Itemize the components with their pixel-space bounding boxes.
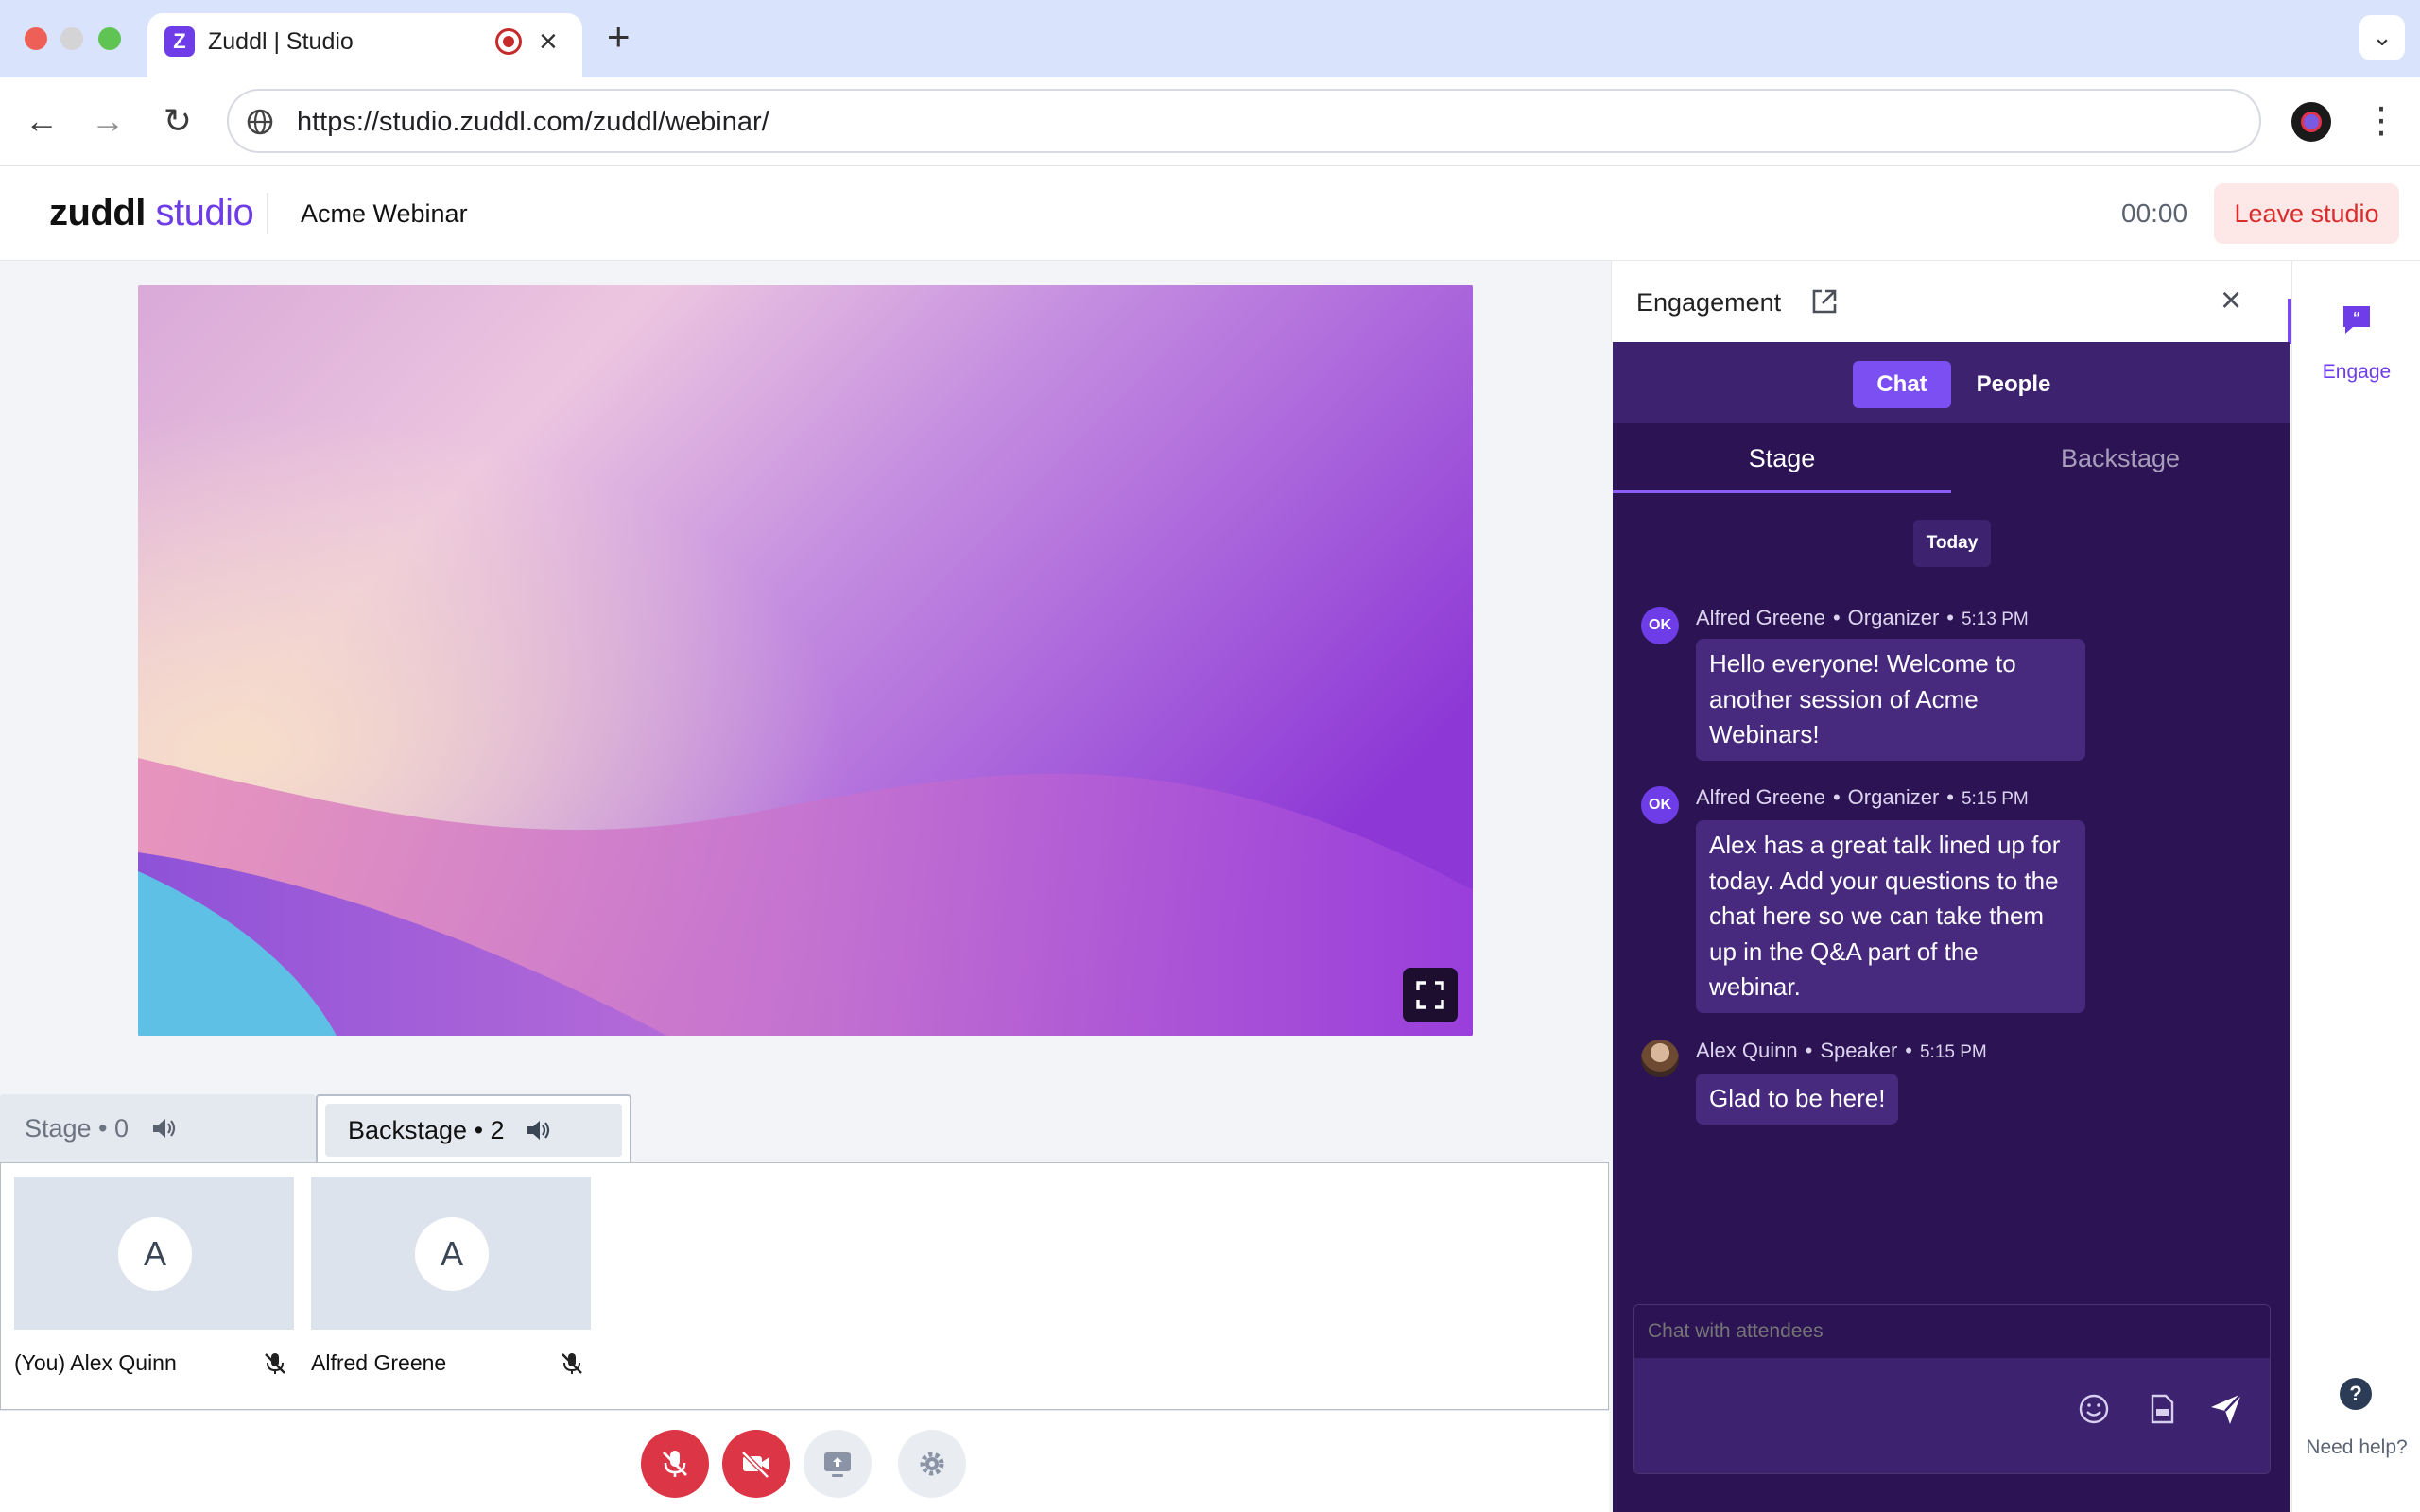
mic-muted-icon bbox=[265, 1353, 285, 1374]
message-meta: Alex Quinn • Speaker • 5:15 PM bbox=[1696, 1039, 1987, 1062]
browser-tab-active[interactable]: Z Zuddl | Studio × bbox=[147, 13, 582, 77]
message-role: Speaker bbox=[1820, 1039, 1898, 1062]
logo-primary: zuddl bbox=[49, 192, 146, 233]
tab-close-icon[interactable]: × bbox=[539, 23, 558, 60]
message-author: Alfred Greene bbox=[1696, 785, 1825, 809]
participant-tile[interactable]: A bbox=[311, 1177, 591, 1330]
emoji-icon[interactable] bbox=[2075, 1390, 2113, 1428]
message-time: 5:13 PM bbox=[1961, 610, 2029, 629]
stage-preview bbox=[138, 285, 1473, 1036]
participants-grid: A A (You) Alex Quinn Alfred Greene bbox=[0, 1162, 1609, 1410]
message-role: Organizer bbox=[1847, 785, 1940, 809]
composer-toolbar bbox=[1634, 1358, 2270, 1473]
toggle-mic-button[interactable] bbox=[641, 1430, 709, 1498]
message-time: 5:15 PM bbox=[1919, 1042, 1987, 1062]
engagement-panel: Chat People Stage Backstage Today OK Alf… bbox=[1613, 342, 2290, 1512]
fullscreen-icon bbox=[1416, 981, 1444, 1009]
zuddl-favicon-icon: Z bbox=[164, 26, 195, 57]
chat-message-bubble: Glad to be here! bbox=[1696, 1074, 1899, 1125]
participant-tile[interactable]: A bbox=[14, 1177, 294, 1330]
browser-tab-bar: Z Zuddl | Studio × + ⌄ bbox=[0, 0, 2420, 77]
zuddl-studio-logo: zuddl studio bbox=[49, 191, 254, 234]
popout-icon[interactable] bbox=[1808, 285, 1841, 318]
reload-button[interactable]: ↻ bbox=[155, 98, 200, 144]
mic-muted-icon bbox=[562, 1353, 582, 1374]
message-author: Alex Quinn bbox=[1696, 1039, 1798, 1062]
screen-share-icon bbox=[824, 1452, 851, 1477]
event-title: Acme Webinar bbox=[301, 199, 468, 228]
fullscreen-button[interactable] bbox=[1403, 968, 1458, 1022]
speaker-volume-icon[interactable] bbox=[524, 1116, 552, 1144]
mic-off-icon bbox=[663, 1451, 687, 1477]
chat-message-bubble: Hello everyone! Welcome to another sessi… bbox=[1696, 639, 2085, 761]
tab-backstage-participants[interactable]: Backstage • 2 bbox=[316, 1094, 631, 1164]
browser-menu-icon[interactable]: ⋮ bbox=[2363, 98, 2399, 144]
window-maximize-button[interactable] bbox=[98, 27, 121, 50]
chat-input[interactable] bbox=[1634, 1305, 2270, 1358]
right-rail: “ Engage ? Need help? bbox=[2291, 261, 2420, 1512]
back-button[interactable]: ← bbox=[19, 98, 64, 144]
participant-name: (You) Alex Quinn bbox=[14, 1350, 177, 1375]
chat-tab-stage[interactable]: Stage bbox=[1613, 423, 1951, 493]
avatar: OK bbox=[1641, 607, 1679, 644]
studio-header: zuddl studio Acme Webinar 00:00 Leave st… bbox=[0, 166, 2420, 261]
engagement-title: Engagement bbox=[1636, 288, 1782, 317]
tab-stage-participants[interactable]: Stage • 0 bbox=[0, 1094, 316, 1162]
gear-icon bbox=[920, 1452, 944, 1476]
screen-share-button[interactable] bbox=[804, 1430, 872, 1498]
engage-chat-icon[interactable]: “ bbox=[2340, 302, 2374, 336]
message-meta: Alfred Greene • Organizer • 5:13 PM bbox=[1696, 606, 2029, 629]
close-engagement-icon[interactable]: × bbox=[2221, 282, 2241, 319]
camera-off-icon bbox=[741, 1451, 769, 1479]
header-divider bbox=[267, 193, 268, 234]
stage-background-image bbox=[138, 285, 1473, 1036]
speaker-volume-icon[interactable] bbox=[149, 1114, 178, 1143]
leave-studio-button[interactable]: Leave studio bbox=[2214, 183, 2399, 244]
address-bar[interactable]: https://studio.zuddl.com/zuddl/webinar/ bbox=[227, 89, 2261, 153]
message-meta: Alfred Greene • Organizer • 5:15 PM bbox=[1696, 785, 2029, 809]
segment-chat[interactable]: Chat bbox=[1853, 361, 1951, 408]
logo-secondary: studio bbox=[155, 192, 254, 233]
date-divider: Today bbox=[1913, 520, 1991, 567]
tab-search-dropdown-button[interactable]: ⌄ bbox=[2360, 15, 2405, 60]
help-label[interactable]: Need help? bbox=[2292, 1436, 2420, 1459]
recording-indicator-icon bbox=[495, 28, 522, 55]
url-text[interactable]: https://studio.zuddl.com/zuddl/webinar/ bbox=[297, 107, 769, 138]
engagement-segment-control: Chat People bbox=[1613, 342, 2290, 423]
forward-button[interactable]: → bbox=[85, 98, 130, 144]
backstage-tab-label: Backstage • 2 bbox=[348, 1116, 505, 1144]
backstage-tab-highlight: Backstage • 2 bbox=[325, 1104, 622, 1157]
message-time: 5:15 PM bbox=[1961, 789, 2029, 809]
help-icon[interactable]: ? bbox=[2340, 1378, 2372, 1410]
message-author: Alfred Greene bbox=[1696, 606, 1825, 629]
avatar: A bbox=[415, 1217, 489, 1291]
avatar bbox=[1641, 1040, 1679, 1077]
new-tab-button[interactable]: + bbox=[607, 15, 631, 59]
extension-icon[interactable] bbox=[2291, 102, 2331, 142]
tab-title: Zuddl | Studio bbox=[208, 28, 354, 55]
window-close-button[interactable] bbox=[25, 27, 47, 50]
stage-tab-label: Stage • 0 bbox=[25, 1114, 130, 1143]
participant-name: Alfred Greene bbox=[311, 1350, 447, 1375]
segment-people[interactable]: People bbox=[1966, 361, 2061, 408]
window-minimize-button[interactable] bbox=[60, 27, 83, 50]
browser-toolbar: ← → ↻ https://studio.zuddl.com/zuddl/web… bbox=[0, 77, 2420, 166]
send-icon[interactable] bbox=[2207, 1390, 2245, 1428]
toggle-camera-button[interactable] bbox=[722, 1430, 790, 1498]
site-info-icon[interactable] bbox=[246, 108, 274, 136]
chat-composer bbox=[1634, 1304, 2271, 1474]
avatar: A bbox=[118, 1217, 192, 1291]
engagement-header: Engagement × bbox=[1611, 261, 2291, 342]
session-timer: 00:00 bbox=[2121, 198, 2188, 228]
chat-tab-backstage[interactable]: Backstage bbox=[1951, 423, 2290, 493]
gif-icon[interactable] bbox=[2143, 1390, 2181, 1428]
engage-label[interactable]: Engage bbox=[2292, 361, 2420, 384]
settings-button[interactable] bbox=[898, 1430, 966, 1498]
message-role: Organizer bbox=[1847, 606, 1940, 629]
avatar: OK bbox=[1641, 786, 1679, 824]
chat-message-bubble: Alex has a great talk lined up for today… bbox=[1696, 820, 2085, 1013]
svg-text:“: “ bbox=[2353, 310, 2360, 326]
studio-controls bbox=[0, 1410, 1609, 1512]
